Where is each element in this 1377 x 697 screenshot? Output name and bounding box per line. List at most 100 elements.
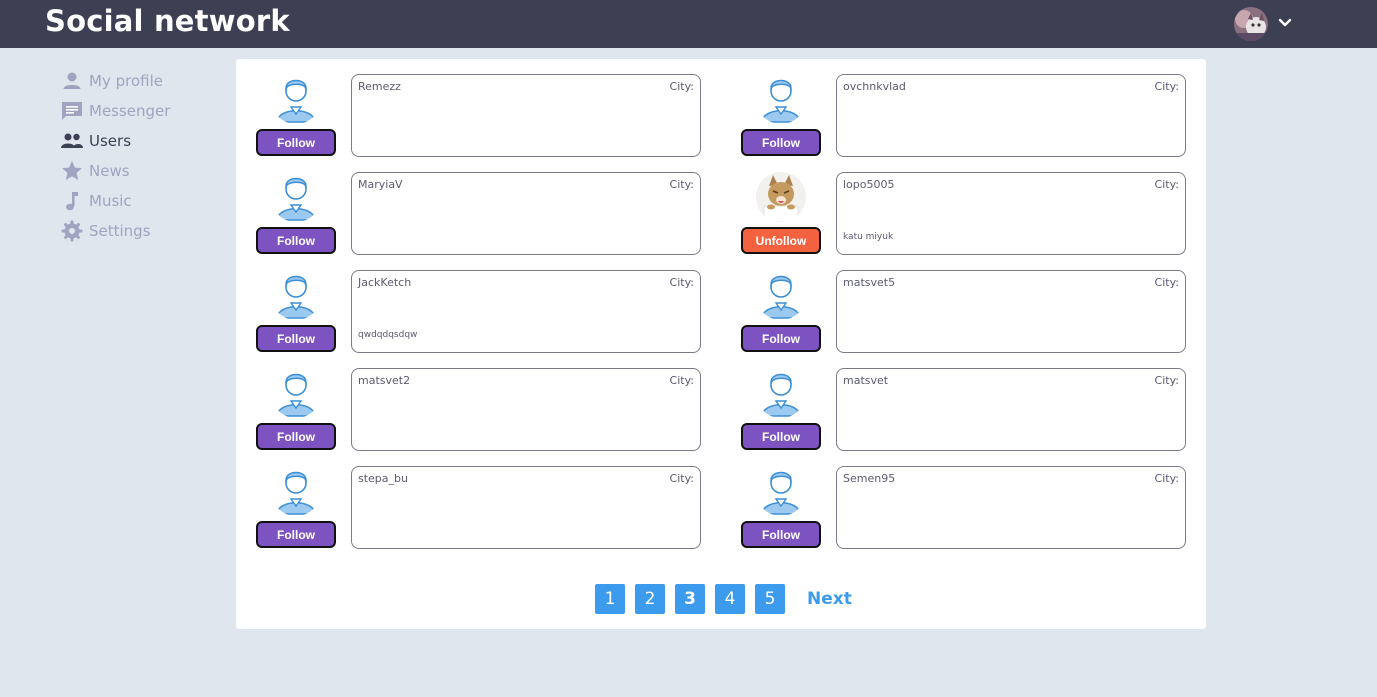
default-user-icon	[271, 368, 321, 418]
page-button-2[interactable]: 2	[635, 584, 665, 614]
sidebar-item-label: Settings	[89, 222, 151, 240]
user-avatar[interactable]	[741, 270, 821, 322]
sidebar-item-messenger[interactable]: Messenger	[60, 96, 230, 126]
user-status: qwdqdqsdqw	[358, 330, 418, 340]
page-button-1[interactable]: 1	[595, 584, 625, 614]
gear-icon	[60, 219, 84, 243]
user-name[interactable]: lopo5005	[843, 178, 895, 191]
user-info-box: stepa_bu City:	[351, 466, 701, 549]
default-user-icon	[756, 466, 806, 516]
user-status: katu miyuk	[843, 232, 894, 242]
user-city: City:	[669, 374, 694, 387]
user-info-box: Semen95 City:	[836, 466, 1186, 549]
default-user-icon	[271, 74, 321, 124]
follow-button[interactable]: Follow	[256, 423, 336, 450]
person-icon	[60, 69, 84, 93]
star-icon	[60, 159, 84, 183]
people-icon	[60, 129, 84, 153]
sidebar-item-music[interactable]: Music	[60, 186, 230, 216]
user-info-box: matsvet5 City:	[836, 270, 1186, 353]
follow-button[interactable]: Follow	[741, 129, 821, 156]
user-name[interactable]: matsvet2	[358, 374, 410, 387]
follow-button[interactable]: Follow	[256, 227, 336, 254]
user-city: City:	[1154, 80, 1179, 93]
page-button-3-current[interactable]: 3	[675, 584, 705, 614]
default-user-icon	[756, 74, 806, 124]
user-avatar[interactable]	[256, 466, 336, 518]
user-name[interactable]: Remezz	[358, 80, 401, 93]
user-city: City:	[1154, 374, 1179, 387]
users-panel: Follow Remezz City: Follow ovchnkvlad Ci…	[236, 59, 1206, 629]
sidebar-item-label: My profile	[89, 72, 163, 90]
user-info-box: matsvet City:	[836, 368, 1186, 451]
user-city: City:	[669, 80, 694, 93]
top-header: Social network	[0, 0, 1377, 48]
user-name[interactable]: Semen95	[843, 472, 895, 485]
follow-button[interactable]: Follow	[741, 325, 821, 352]
user-avatar[interactable]	[741, 172, 821, 224]
user-avatar[interactable]	[256, 368, 336, 420]
user-card: Follow Semen95 City:	[721, 466, 1186, 550]
default-user-icon	[271, 466, 321, 516]
follow-button[interactable]: Follow	[741, 423, 821, 450]
user-city: City:	[1154, 276, 1179, 289]
user-card: Follow stepa_bu City:	[236, 466, 701, 550]
user-name[interactable]: matsvet5	[843, 276, 895, 289]
follow-button[interactable]: Follow	[256, 325, 336, 352]
user-card: Unfollow lopo5005 City: katu miyuk	[721, 172, 1186, 256]
pagination: 1 2 3 4 5 Next	[595, 584, 852, 614]
header-avatar[interactable]	[1234, 7, 1268, 41]
user-card: Follow matsvet2 City:	[236, 368, 701, 452]
sidebar-item-settings[interactable]: Settings	[60, 216, 230, 246]
sidebar-item-label: Users	[89, 132, 132, 150]
sidebar-nav: My profile Messenger Users News Music Se…	[60, 66, 230, 246]
user-name[interactable]: JackKetch	[358, 276, 411, 289]
user-city: City:	[669, 276, 694, 289]
follow-button[interactable]: Follow	[256, 129, 336, 156]
chevron-down-icon[interactable]	[1277, 15, 1293, 31]
sidebar-item-my-profile[interactable]: My profile	[60, 66, 230, 96]
user-info-box: matsvet2 City:	[351, 368, 701, 451]
user-info-box: lopo5005 City: katu miyuk	[836, 172, 1186, 255]
user-card: Follow matsvet5 City:	[721, 270, 1186, 354]
user-avatar[interactable]	[256, 74, 336, 126]
user-info-box: JackKetch City: qwdqdqsdqw	[351, 270, 701, 353]
user-info-box: ovchnkvlad City:	[836, 74, 1186, 157]
next-page-link[interactable]: Next	[807, 589, 852, 609]
user-avatar[interactable]	[741, 368, 821, 420]
user-avatar[interactable]	[741, 74, 821, 126]
page-button-5[interactable]: 5	[755, 584, 785, 614]
user-name[interactable]: ovchnkvlad	[843, 80, 906, 93]
user-avatar[interactable]	[256, 270, 336, 322]
user-city: City:	[1154, 472, 1179, 485]
cat-photo	[756, 172, 806, 222]
user-city: City:	[669, 472, 694, 485]
sidebar-item-label: Messenger	[89, 102, 171, 120]
default-user-icon	[756, 270, 806, 320]
app-title: Social network	[45, 4, 290, 38]
user-name[interactable]: matsvet	[843, 374, 888, 387]
user-info-box: Remezz City:	[351, 74, 701, 157]
user-avatar[interactable]	[256, 172, 336, 224]
user-card: Follow matsvet City:	[721, 368, 1186, 452]
follow-button[interactable]: Follow	[741, 521, 821, 548]
user-avatar[interactable]	[741, 466, 821, 518]
user-card: Follow MaryiaV City:	[236, 172, 701, 256]
user-name[interactable]: stepa_bu	[358, 472, 408, 485]
user-card: Follow Remezz City:	[236, 74, 701, 158]
sidebar-item-users[interactable]: Users	[60, 126, 230, 156]
unfollow-button[interactable]: Unfollow	[741, 227, 821, 254]
user-city: City:	[669, 178, 694, 191]
follow-button[interactable]: Follow	[256, 521, 336, 548]
sidebar-item-news[interactable]: News	[60, 156, 230, 186]
default-user-icon	[271, 270, 321, 320]
user-city: City:	[1154, 178, 1179, 191]
page-button-4[interactable]: 4	[715, 584, 745, 614]
user-name[interactable]: MaryiaV	[358, 178, 403, 191]
sidebar-item-label: Music	[89, 192, 132, 210]
default-user-icon	[756, 368, 806, 418]
sidebar-item-label: News	[89, 162, 130, 180]
music-note-icon	[60, 189, 84, 213]
user-card: Follow ovchnkvlad City:	[721, 74, 1186, 158]
user-info-box: MaryiaV City:	[351, 172, 701, 255]
